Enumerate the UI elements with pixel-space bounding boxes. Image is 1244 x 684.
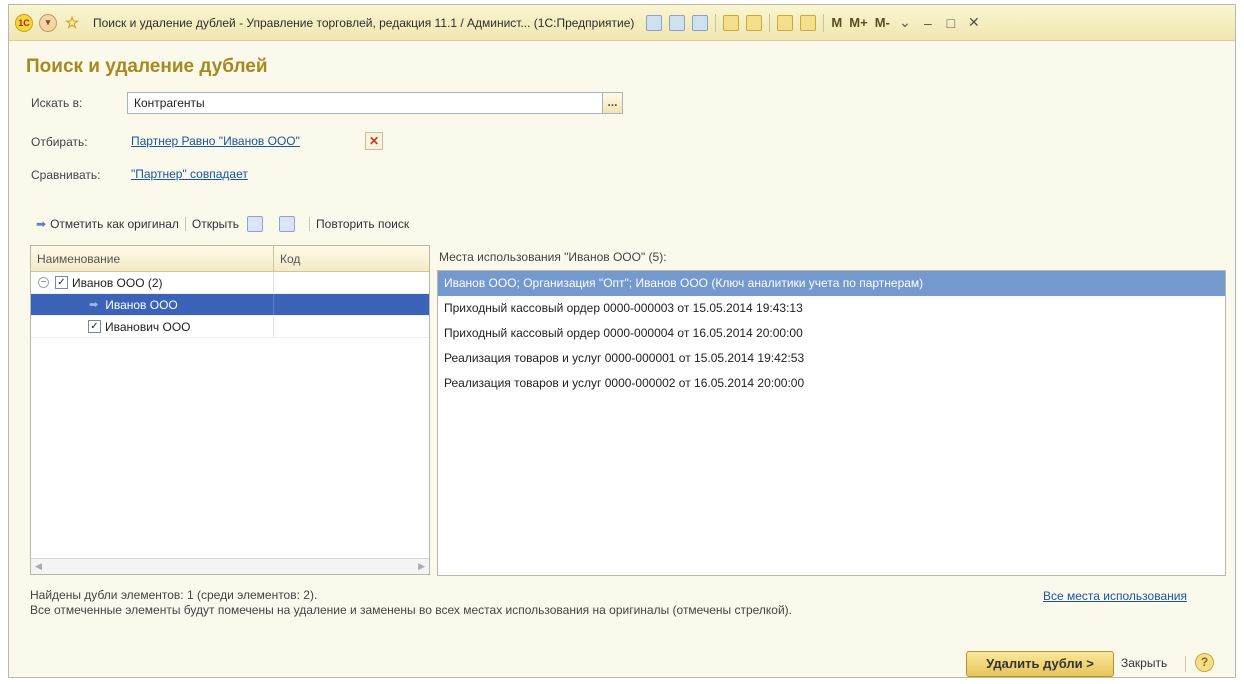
toolbar-divider <box>769 13 771 32</box>
list-item[interactable]: Приходный кассовый ордер 0000-000003 от … <box>438 296 1225 321</box>
name-cell: ➡ Иванов ООО <box>31 294 274 315</box>
choose-button[interactable]: ... <box>602 92 623 114</box>
command-bar: ➡ Отметить как оригинал Открыть Повторит… <box>36 215 409 233</box>
calculator-icon[interactable] <box>777 14 794 31</box>
repeat-search-button[interactable]: Повторить поиск <box>316 217 409 231</box>
button-divider <box>1185 656 1186 672</box>
compare-label: Сравнивать: <box>31 168 101 182</box>
row-name: Иванов ООО <box>105 297 178 312</box>
memory-plus-button[interactable]: M+ <box>849 15 867 30</box>
all-usages-link[interactable]: Все места использования <box>1043 589 1187 603</box>
collapse-all-icon[interactable] <box>279 216 296 232</box>
row-name: Иванов ООО (2) <box>72 275 163 290</box>
compare-link[interactable]: "Партнер" совпадает <box>131 167 248 181</box>
dropdown-icon[interactable]: ⌄ <box>897 14 913 31</box>
title-toolbar: M M+ M- ⌄ – □ ✕ <box>646 13 982 32</box>
column-header-code[interactable]: Код <box>274 246 300 271</box>
list-item[interactable]: Реализация товаров и услуг 0000-000002 о… <box>438 371 1225 396</box>
search-in-label: Искать в: <box>31 96 83 110</box>
main-menu-icon[interactable]: ▾ <box>39 13 57 32</box>
app-logo-icon[interactable]: 1С <box>15 13 33 32</box>
bookmark-icon[interactable] <box>746 14 763 31</box>
toolbar-divider <box>823 13 825 32</box>
original-arrow-icon: ➡ <box>89 299 99 311</box>
preview-icon[interactable] <box>692 14 709 31</box>
command-divider <box>309 217 311 231</box>
scroll-right-icon[interactable]: ▶ <box>418 561 425 572</box>
form-title: Поиск и удаление дублей <box>26 56 268 77</box>
row-name: Иванович ООО <box>105 319 191 334</box>
toolbar-divider <box>715 13 717 32</box>
found-summary: Найдены дубли элементов: 1 (среди элемен… <box>30 588 318 602</box>
column-header-name[interactable]: Наименование <box>31 246 274 271</box>
search-in-value: Контрагенты <box>134 96 205 110</box>
row-checkbox[interactable]: ✓ <box>88 320 101 333</box>
search-in-field[interactable]: Контрагенты ... <box>127 92 623 114</box>
list-item-selected[interactable]: Иванов ООО; Организация "Опт"; Иванов ОО… <box>438 271 1225 296</box>
table-row[interactable]: ✓ Иванович ООО <box>31 316 429 338</box>
print-icon[interactable] <box>669 14 686 31</box>
maximize-icon[interactable]: □ <box>943 15 959 31</box>
favorites-star-icon[interactable]: ☆ <box>63 14 81 32</box>
delete-duplicates-button[interactable]: Удалить дубли > <box>966 651 1114 677</box>
command-divider <box>184 217 186 231</box>
memory-minus-button[interactable]: M- <box>875 15 890 30</box>
replacement-note: Все отмеченные элементы будут помечены н… <box>30 603 793 617</box>
scroll-left-icon[interactable]: ◀ <box>35 561 42 572</box>
calendar-icon[interactable] <box>800 14 817 31</box>
memory-button[interactable]: M <box>831 15 842 30</box>
window-title: Поиск и удаление дублей - Управление тор… <box>93 15 635 30</box>
list-item[interactable]: Приходный кассовый ордер 0000-000004 от … <box>438 321 1225 346</box>
minimize-icon[interactable]: – <box>920 15 936 31</box>
list-item[interactable]: Реализация товаров и услуг 0000-000001 о… <box>438 346 1225 371</box>
close-button[interactable]: Закрыть <box>1121 656 1167 670</box>
add-favorite-icon[interactable] <box>723 14 740 31</box>
duplicates-table[interactable]: Наименование Код − ✓ Иванов ООО (2) ➡ Ив… <box>30 245 430 575</box>
row-checkbox[interactable]: ✓ <box>55 276 68 289</box>
usages-list[interactable]: Иванов ООО; Организация "Опт"; Иванов ОО… <box>437 270 1226 576</box>
name-cell: ✓ Иванович ООО <box>31 316 274 337</box>
filter-label: Отбирать: <box>31 135 88 149</box>
table-row-selected[interactable]: ➡ Иванов ООО <box>31 294 429 316</box>
mark-original-label: Отметить как оригинал <box>50 217 179 231</box>
open-button[interactable]: Открыть <box>192 217 239 231</box>
save-icon[interactable] <box>646 14 663 31</box>
help-icon[interactable]: ? <box>1195 653 1214 672</box>
filter-link[interactable]: Партнер Равно "Иванов ООО" <box>131 134 300 148</box>
collapse-icon[interactable]: − <box>38 277 49 288</box>
table-row[interactable]: − ✓ Иванов ООО (2) <box>31 272 429 294</box>
clear-filter-button[interactable]: ✕ <box>365 132 383 150</box>
usages-title: Места использования "Иванов ООО" (5): <box>439 250 667 264</box>
mark-original-button[interactable]: ➡ Отметить как оригинал <box>36 217 179 231</box>
horizontal-scrollbar[interactable]: ◀ ▶ <box>31 558 429 574</box>
close-icon[interactable]: ✕ <box>966 14 982 31</box>
arrow-right-icon: ➡ <box>36 217 47 231</box>
name-cell: − ✓ Иванов ООО (2) <box>31 272 274 293</box>
table-header: Наименование Код <box>31 246 429 272</box>
expand-all-icon[interactable] <box>247 216 264 232</box>
title-bar: 1С ▾ ☆ Поиск и удаление дублей - Управле… <box>9 5 1235 41</box>
